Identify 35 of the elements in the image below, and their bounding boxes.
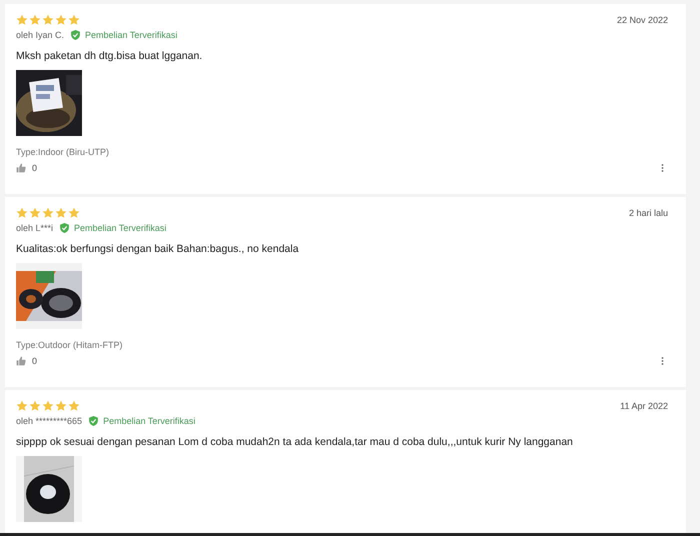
reviewer-name: oleh L***i (16, 223, 54, 233)
review-text: Mksh paketan dh dtg.bisa buat lgganan. (16, 50, 204, 62)
star-icon (68, 400, 80, 412)
review-date: 11 Apr 2022 (620, 401, 668, 411)
variant-label: Type:Indoor (Biru-UTP) (16, 147, 110, 157)
vertical-dots-icon (661, 356, 664, 366)
vertical-dots-icon (661, 163, 664, 173)
star-icon (42, 400, 54, 412)
like-button[interactable]: 0 (16, 163, 38, 173)
reviewer-name: oleh *********665 (16, 416, 82, 426)
star-icon (42, 207, 54, 219)
star-icon (55, 14, 67, 26)
verified-label: Pembelian Terverifikasi (85, 30, 178, 40)
star-icon (16, 400, 28, 412)
reviewer-name: oleh Iyan C. (16, 30, 64, 40)
star-icon (68, 14, 80, 26)
like-button[interactable]: 0 (16, 356, 38, 366)
verified-label: Pembelian Terverifikasi (103, 416, 196, 426)
star-icon (29, 400, 41, 412)
verified-label: Pembelian Terverifikasi (74, 223, 166, 233)
star-icon (55, 400, 67, 412)
variant-label: Type:Outdoor (Hitam-FTP) (16, 340, 124, 350)
review-text: Kualitas:ok berfungsi dengan baik Bahan:bagus., no kendala (16, 243, 300, 255)
star-icon (29, 207, 41, 219)
thumbs-up-icon (16, 356, 26, 366)
review-text: sipppp ok sesuai dengan pesanan Lom d coba mudah2n ta ada kendala,tar mau d coba dulu,,,untuk kurir Ny langganan (16, 436, 574, 448)
star-icon (68, 207, 80, 219)
star-icon (42, 14, 54, 26)
star-icon (16, 14, 28, 26)
review-date: 2 hari lalu (628, 208, 668, 218)
review-date: 22 Nov 2022 (616, 15, 668, 25)
star-icon (16, 207, 28, 219)
star-icon (29, 14, 41, 26)
thumbs-up-icon (16, 163, 26, 173)
star-icon (55, 207, 67, 219)
